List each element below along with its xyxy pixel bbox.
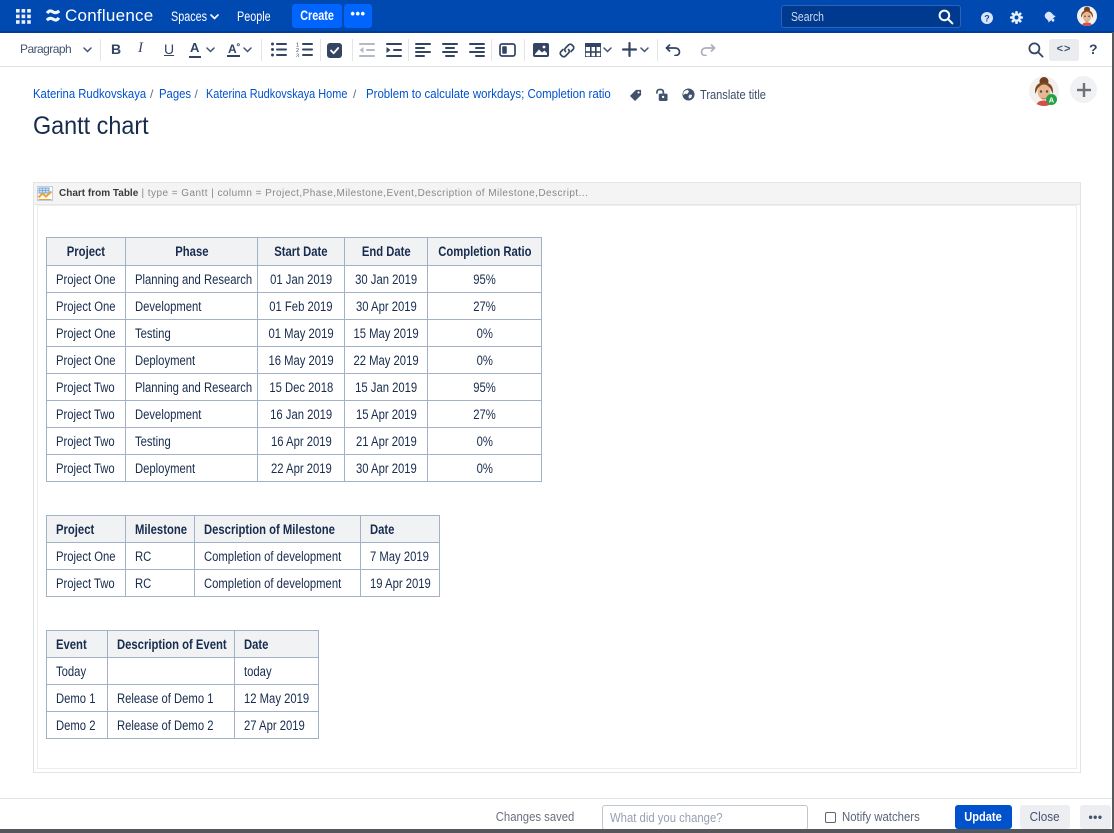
svg-text:?: ? bbox=[984, 13, 990, 23]
svg-text:3: 3 bbox=[296, 53, 299, 57]
svg-text:A: A bbox=[1049, 95, 1055, 104]
